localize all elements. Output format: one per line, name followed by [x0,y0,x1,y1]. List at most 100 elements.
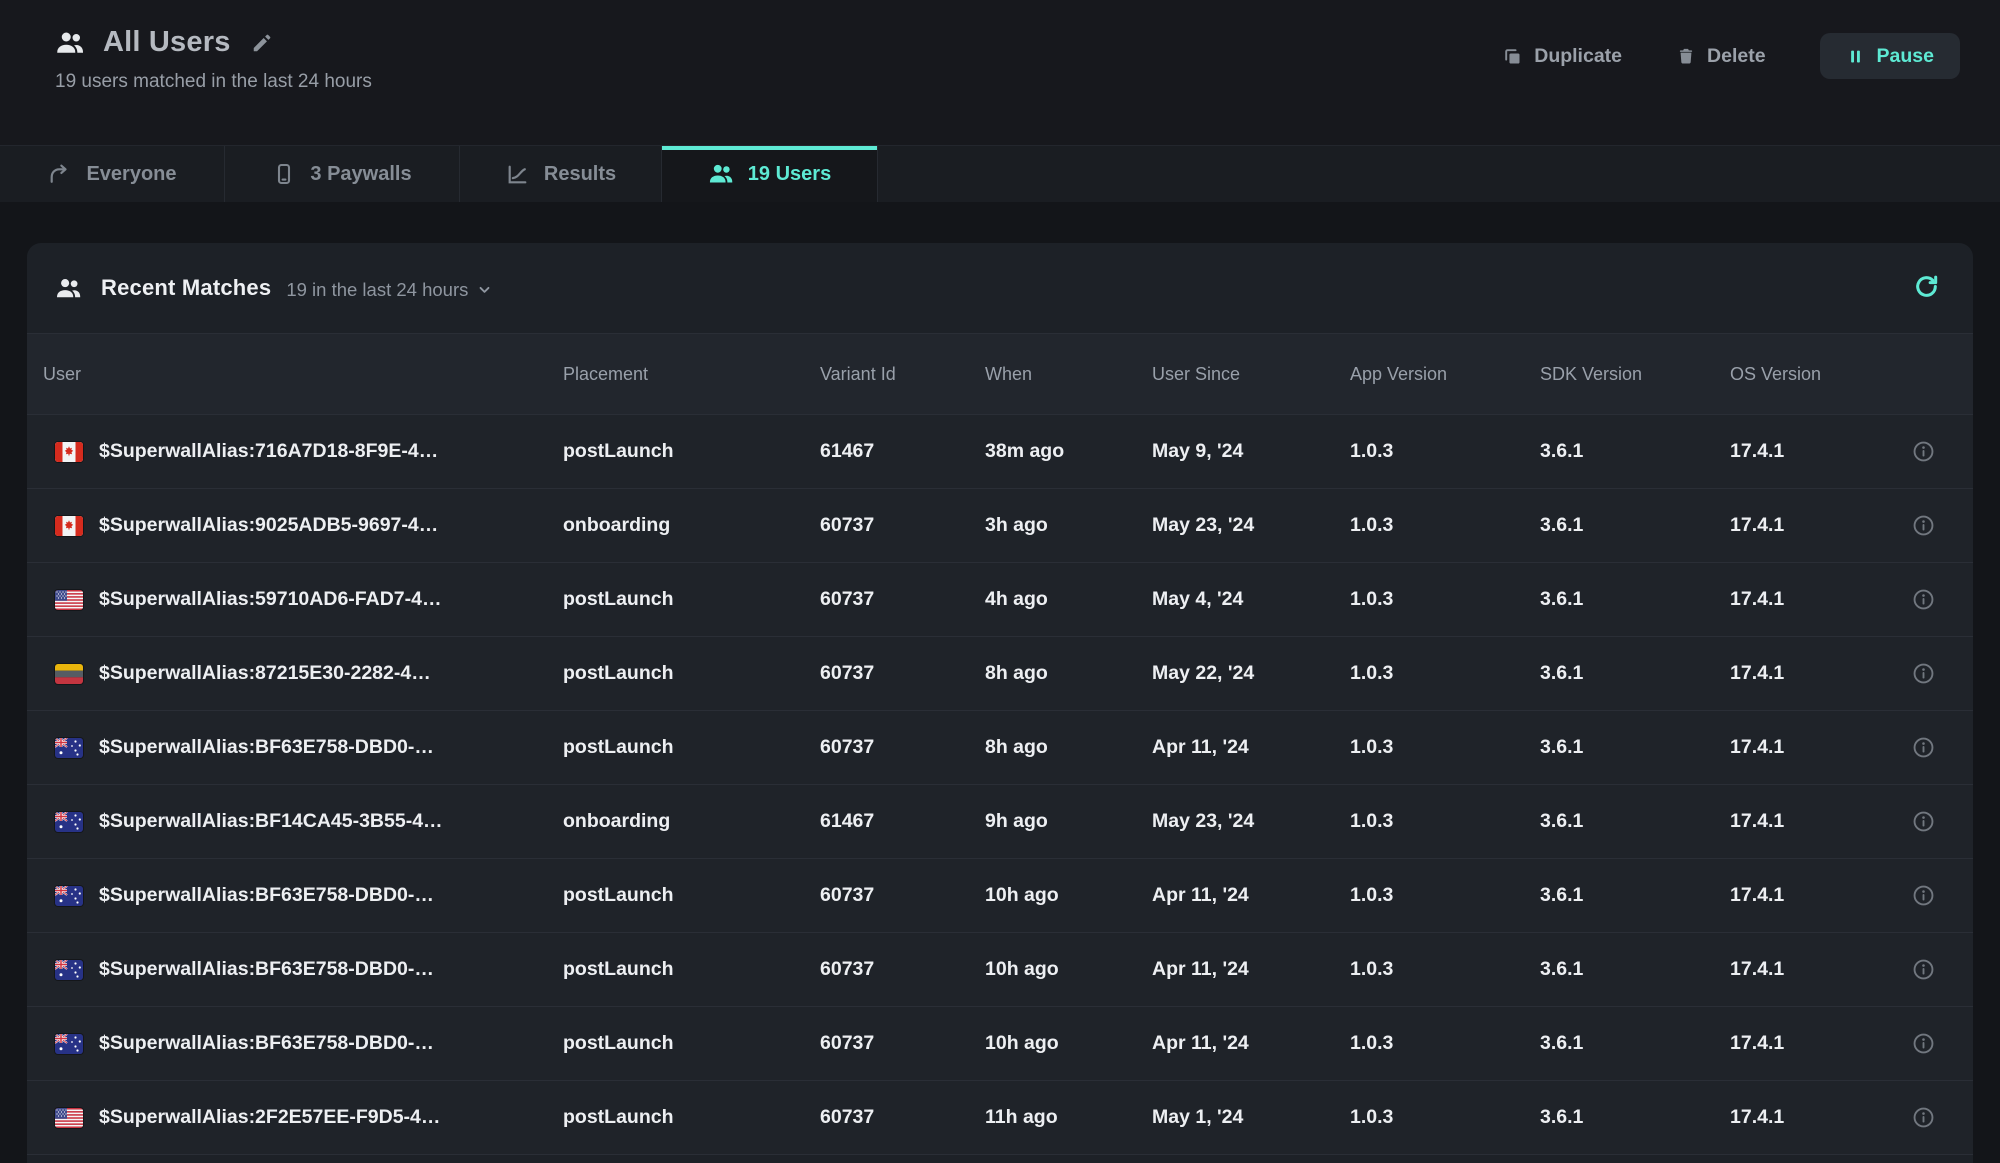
tab-paywalls[interactable]: 3 Paywalls [225,146,460,202]
user-since-cell: May 22, '24 [1152,662,1350,685]
app-version-cell: 1.0.3 [1350,884,1540,907]
phone-icon [272,162,296,186]
info-icon[interactable] [1911,735,1936,760]
user-alias: $SuperwallAlias:BF63E758-DBD0-… [99,884,434,907]
info-icon[interactable] [1911,513,1936,538]
delete-label: Delete [1707,45,1766,68]
when-cell: 10h ago [985,1032,1152,1055]
variant-id-cell: 61467 [820,440,985,463]
info-cell [1890,439,1957,464]
user-alias: $SuperwallAlias:9025ADB5-9697-4… [99,514,438,537]
line-chart-icon [505,162,530,187]
table-row[interactable]: $SuperwallAlias:BF63E758-DBD0-… postLaun… [27,711,1973,785]
table-row[interactable]: $SuperwallAlias:87215E30-2282-4… postLau… [27,637,1973,711]
user-alias: $SuperwallAlias:BF63E758-DBD0-… [99,1032,434,1055]
table-row[interactable]: $SuperwallAlias:BF63E758-DBD0-… postLaun… [27,1007,1973,1081]
info-icon[interactable] [1911,1031,1936,1056]
user-cell: $SuperwallAlias:2F2E57EE-F9D5-4… [43,1106,563,1129]
tab-everyone[interactable]: Everyone [0,146,225,202]
user-since-cell: Apr 11, '24 [1152,1032,1350,1055]
delete-button[interactable]: Delete [1676,45,1766,68]
variant-id-cell: 60737 [820,514,985,537]
info-icon[interactable] [1911,957,1936,982]
info-icon[interactable] [1911,439,1936,464]
app-version-cell: 1.0.3 [1350,588,1540,611]
user-since-cell: Apr 11, '24 [1152,958,1350,981]
info-cell [1890,513,1957,538]
app-version-cell: 1.0.3 [1350,440,1540,463]
user-since-cell: May 4, '24 [1152,588,1350,611]
table-row[interactable]: $SuperwallAlias:716A7D18-8F9E-4… postLau… [27,415,1973,489]
info-icon[interactable] [1911,1105,1936,1130]
tab-users-label: 19 Users [748,163,831,186]
users-icon [708,161,734,187]
tab-bar: Everyone 3 Paywalls Results 19 Users [0,145,2000,202]
user-cell: $SuperwallAlias:59710AD6-FAD7-4… [43,588,563,611]
country-flag-icon [55,590,83,610]
table-row[interactable]: $SuperwallAlias:2F2E57EE-F9D5-4… postLau… [27,1081,1973,1155]
info-cell [1890,735,1957,760]
info-icon[interactable] [1911,809,1936,834]
user-alias: $SuperwallAlias:716A7D18-8F9E-4… [99,440,438,463]
user-cell: $SuperwallAlias:BF63E758-DBD0-… [43,736,563,759]
user-cell: $SuperwallAlias:BF14CA45-3B55-4… [43,810,563,833]
variant-id-cell: 60737 [820,588,985,611]
column-header-placement: Placement [563,364,820,385]
user-since-cell: May 1, '24 [1152,1106,1350,1129]
tab-users[interactable]: 19 Users [662,146,878,202]
os-version-cell: 17.4.1 [1730,736,1890,759]
os-version-cell: 17.4.1 [1730,1032,1890,1055]
user-cell: $SuperwallAlias:BF63E758-DBD0-… [43,884,563,907]
sdk-version-cell: 3.6.1 [1540,958,1730,981]
sdk-version-cell: 3.6.1 [1540,736,1730,759]
user-cell: $SuperwallAlias:BF63E758-DBD0-… [43,1032,563,1055]
app-version-cell: 1.0.3 [1350,958,1540,981]
tab-results[interactable]: Results [460,146,662,202]
column-header-when: When [985,364,1152,385]
info-icon[interactable] [1911,587,1936,612]
duplicate-button[interactable]: Duplicate [1502,45,1622,68]
sdk-version-cell: 3.6.1 [1540,440,1730,463]
os-version-cell: 17.4.1 [1730,810,1890,833]
pause-label: Pause [1877,45,1934,68]
when-cell: 11h ago [985,1106,1152,1129]
info-icon[interactable] [1911,883,1936,908]
table-row[interactable]: $SuperwallAlias:BF63E758-DBD0-… postLaun… [27,933,1973,1007]
tab-everyone-label: Everyone [86,163,176,186]
user-cell: $SuperwallAlias:716A7D18-8F9E-4… [43,440,563,463]
table-row[interactable]: $SuperwallAlias:9025ADB5-9697-4… onboard… [27,489,1973,563]
chevron-down-icon [475,280,494,299]
table-row[interactable]: $SuperwallAlias:BF14CA45-3B55-4… onboard… [27,785,1973,859]
table-row[interactable]: $SuperwallAlias:BF63E758-DBD0-… postLaun… [27,859,1973,933]
user-since-cell: May 23, '24 [1152,810,1350,833]
edit-pencil-icon[interactable] [251,32,273,54]
os-version-cell: 17.4.1 [1730,958,1890,981]
pause-button[interactable]: Pause [1820,33,1960,79]
time-range-dropdown[interactable]: 19 in the last 24 hours [286,276,494,301]
info-icon[interactable] [1911,661,1936,686]
table-row[interactable]: $SuperwallAlias:59710AD6-FAD7-4… postLau… [27,563,1973,637]
os-version-cell: 17.4.1 [1730,1106,1890,1129]
user-alias: $SuperwallAlias:BF63E758-DBD0-… [99,958,434,981]
refresh-button[interactable] [1912,272,1941,304]
column-header-user-since: User Since [1152,364,1350,385]
variant-id-cell: 60737 [820,1032,985,1055]
sdk-version-cell: 3.6.1 [1540,884,1730,907]
country-flag-icon [55,738,83,758]
when-cell: 10h ago [985,958,1152,981]
placement-cell: postLaunch [563,440,820,463]
sdk-version-cell: 3.6.1 [1540,662,1730,685]
column-header-app-version: App Version [1350,364,1540,385]
country-flag-icon [55,1034,83,1054]
user-since-cell: May 23, '24 [1152,514,1350,537]
user-cell: $SuperwallAlias:BF63E758-DBD0-… [43,958,563,981]
app-version-cell: 1.0.3 [1350,514,1540,537]
tab-results-label: Results [544,163,616,186]
variant-id-cell: 61467 [820,810,985,833]
country-flag-icon [55,812,83,832]
card-header: Recent Matches 19 in the last 24 hours [27,243,1973,333]
user-alias: $SuperwallAlias:BF14CA45-3B55-4… [99,810,443,833]
country-flag-icon [55,886,83,906]
os-version-cell: 17.4.1 [1730,440,1890,463]
variant-id-cell: 60737 [820,1106,985,1129]
